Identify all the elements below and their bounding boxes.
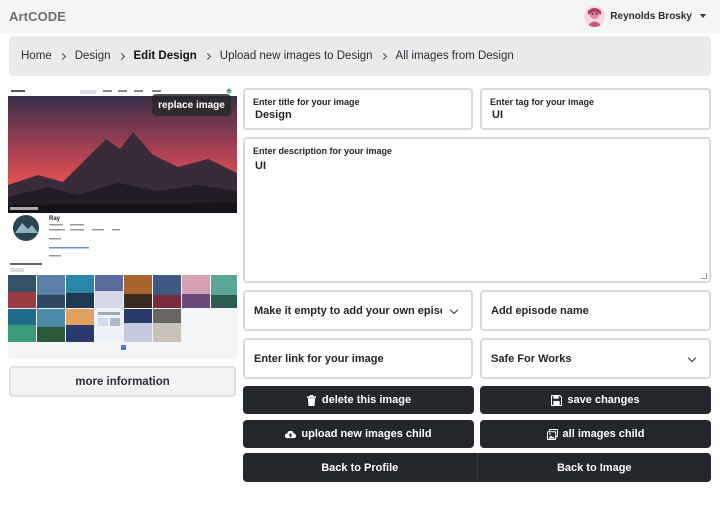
delete-image-label: delete this image <box>321 394 412 406</box>
breadcrumb-home[interactable]: Home <box>21 50 52 62</box>
resize-handle-icon[interactable] <box>701 273 707 279</box>
navigation-button-group: Back to Profile Back to Image <box>243 453 711 482</box>
episode-name-field[interactable]: Add episode name <box>480 290 711 331</box>
upload-new-images-child-label: upload new images child <box>301 428 432 440</box>
episode-name-input[interactable]: Add episode name <box>491 292 589 329</box>
user-name[interactable]: Reynolds Brosky <box>610 11 692 22</box>
trash-icon <box>306 394 316 406</box>
more-information-button[interactable]: more information <box>9 366 236 397</box>
safety-select[interactable]: Safe For Works <box>480 338 711 379</box>
breadcrumb-edit-design[interactable]: Edit Design <box>134 50 197 62</box>
description-field: Enter description for your image UI <box>243 137 711 283</box>
upload-new-images-child-button[interactable]: upload new images child <box>243 420 474 448</box>
image-preview: Ray replace image <box>8 87 237 359</box>
breadcrumb-all-images[interactable]: All images from Design <box>396 50 514 62</box>
breadcrumb: Home Design Edit Design Upload new image… <box>9 36 711 76</box>
image-link-input[interactable]: Enter link for your image <box>254 340 384 377</box>
description-textarea[interactable]: UI <box>255 160 673 270</box>
tag-field: Enter tag for your image <box>480 88 711 130</box>
image-link-field[interactable]: Enter link for your image <box>243 338 473 379</box>
save-changes-label: save changes <box>567 394 640 406</box>
chevron-down-icon <box>449 305 459 315</box>
caret-down-icon[interactable] <box>700 14 706 18</box>
description-label: Enter description for your image <box>253 146 393 156</box>
breadcrumb-upload-new[interactable]: Upload new images to Design <box>220 50 373 62</box>
breadcrumb-design[interactable]: Design <box>75 50 111 62</box>
title-field: Enter title for your image <box>243 88 473 130</box>
episode-select[interactable]: Make it empty to add your own episode <box>243 290 473 331</box>
delete-image-button[interactable]: delete this image <box>243 386 474 414</box>
chevron-right-icon <box>117 52 125 60</box>
back-to-image-button[interactable]: Back to Image <box>476 453 712 482</box>
user-menu[interactable]: Reynolds Brosky <box>584 5 706 27</box>
tag-label: Enter tag for your image <box>490 97 595 107</box>
chevron-right-icon <box>379 52 387 60</box>
replace-image-button[interactable]: replace image <box>152 94 231 116</box>
chevron-right-icon <box>58 52 66 60</box>
navbar: ArtCODE Reynolds Brosky <box>0 0 720 33</box>
back-to-profile-button[interactable]: Back to Profile <box>243 453 477 482</box>
title-input[interactable] <box>255 109 459 121</box>
cloud-upload-icon <box>285 430 297 438</box>
avatar[interactable] <box>584 5 606 27</box>
tag-input[interactable] <box>492 109 697 121</box>
all-images-child-button[interactable]: all images child <box>480 420 711 448</box>
images-icon <box>546 428 558 440</box>
chevron-right-icon <box>203 52 211 60</box>
episode-select-value: Make it empty to add your own episode <box>254 304 442 317</box>
brand-logo[interactable]: ArtCODE <box>9 9 66 24</box>
preview-screenshot-image: Ray <box>8 87 237 359</box>
preview-profile-name: Ray <box>49 216 61 222</box>
all-images-child-label: all images child <box>562 428 645 440</box>
floppy-disk-icon <box>551 394 563 406</box>
save-changes-button[interactable]: save changes <box>480 386 711 414</box>
safety-select-value: Safe For Works <box>491 352 572 365</box>
title-label: Enter title for your image <box>253 97 360 107</box>
chevron-down-icon <box>687 353 697 363</box>
